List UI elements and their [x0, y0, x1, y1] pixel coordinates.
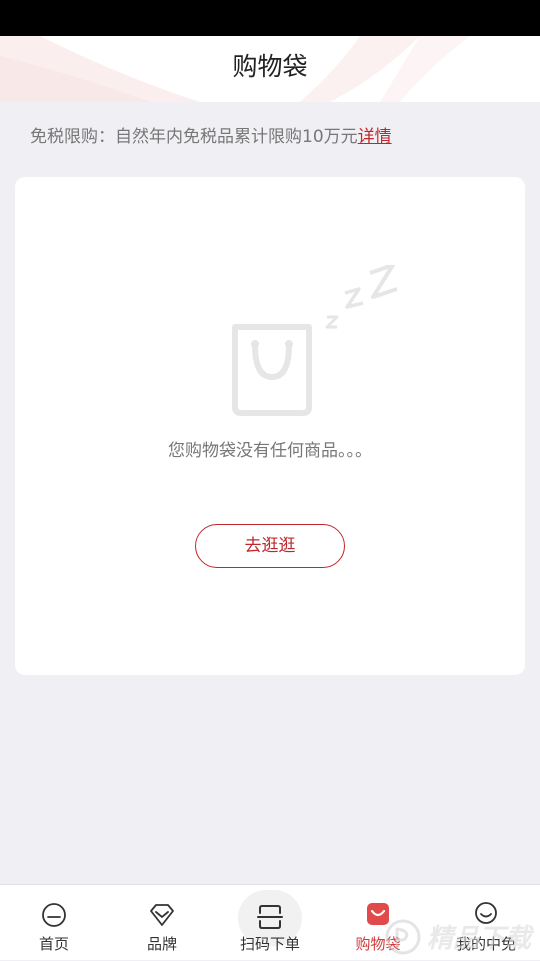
go-shopping-button[interactable]: 去逛逛	[195, 524, 345, 568]
sleeping-bag-icon	[232, 265, 398, 416]
watermark-logo: 精品下载	[385, 919, 535, 955]
home-icon	[42, 903, 66, 927]
tab-label: 首页	[38, 935, 69, 953]
tab-label: 品牌	[146, 935, 177, 953]
notice-text: 免税限购：自然年内免税品累计限购10万元	[30, 127, 358, 147]
header: 购物袋	[0, 36, 540, 102]
tab-home[interactable]: 首页	[0, 885, 108, 961]
tab-scan-order[interactable]: 扫码下单	[216, 885, 324, 961]
empty-cart-message: 您购物袋没有任何商品。。。	[168, 441, 372, 461]
purchase-limit-notice: 免税限购：自然年内免税品累计限购10万元详情	[30, 125, 392, 149]
diamond-icon	[150, 904, 174, 926]
scan-icon	[257, 905, 283, 929]
tab-brand[interactable]: 品牌	[108, 885, 216, 961]
details-link[interactable]: 详情	[358, 127, 392, 147]
page-title: 购物袋	[232, 52, 308, 81]
empty-cart-card: 您购物袋没有任何商品。。。 去逛逛	[15, 177, 525, 675]
tab-label: 扫码下单	[239, 935, 300, 953]
status-bar	[0, 0, 540, 36]
watermark-text: 精品下载	[427, 924, 535, 954]
